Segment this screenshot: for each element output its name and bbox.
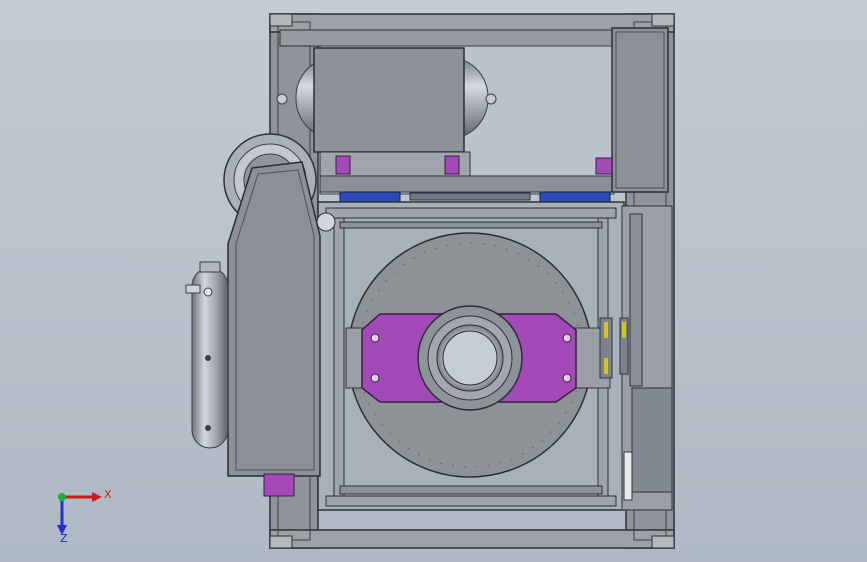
central-hub bbox=[417, 305, 523, 411]
y-axis-dot bbox=[58, 493, 66, 501]
vertical-air-tank bbox=[185, 261, 229, 449]
x-axis-label: X bbox=[104, 488, 112, 501]
right-side-rails bbox=[621, 205, 673, 511]
motor-housing bbox=[313, 47, 471, 177]
z-axis-label: Z bbox=[60, 532, 68, 545]
x-axis-arrowhead bbox=[92, 492, 102, 502]
cad-viewport[interactable]: X Z bbox=[0, 0, 867, 562]
drive-housing bbox=[227, 161, 321, 497]
mounting-brackets bbox=[339, 191, 611, 203]
axis-triad: X Z bbox=[57, 488, 112, 545]
assembly-drawing: X Z bbox=[57, 13, 675, 549]
